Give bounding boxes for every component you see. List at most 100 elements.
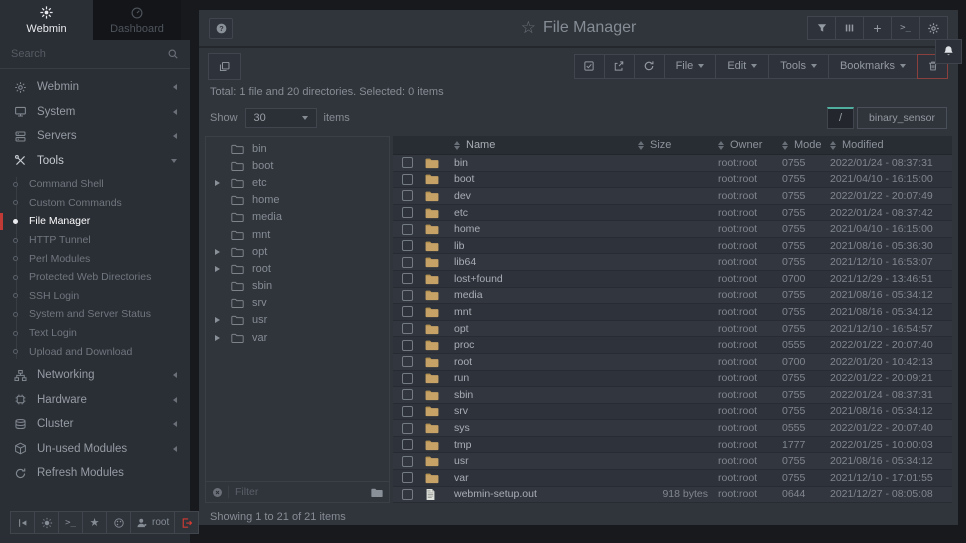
expand-arrow-icon[interactable] xyxy=(215,180,223,186)
tree-filter-input[interactable] xyxy=(228,486,366,498)
sidebar-item-unused-modules[interactable]: Un-used Modules xyxy=(0,436,190,461)
help-button[interactable]: ? xyxy=(209,18,233,39)
file-menu-button[interactable]: File xyxy=(664,54,717,79)
table-row[interactable]: bin root:root 0755 2022/01/24 - 08:37:31 xyxy=(393,155,952,172)
shell-button[interactable]: >_ xyxy=(891,16,920,40)
tab-webmin[interactable]: Webmin xyxy=(0,0,93,40)
table-row[interactable]: var root:root 0755 2021/12/10 - 17:01:55 xyxy=(393,470,952,487)
row-checkbox[interactable] xyxy=(402,207,413,218)
tree-item[interactable]: bin xyxy=(206,140,389,157)
sidebar-subitem[interactable]: Text Login xyxy=(0,324,190,343)
row-checkbox[interactable] xyxy=(402,389,413,400)
table-row[interactable]: run root:root 0755 2022/01/22 - 20:09:21 xyxy=(393,371,952,388)
sidebar-subitem[interactable]: System and Server Status xyxy=(0,305,190,324)
logout-button[interactable] xyxy=(174,511,199,534)
tree-item[interactable]: sbin xyxy=(206,278,389,295)
sidebar-item-networking[interactable]: Networking xyxy=(0,363,190,388)
breadcrumb-current-button[interactable]: binary_sensor xyxy=(857,107,947,129)
sidebar-subitem[interactable]: SSH Login xyxy=(0,287,190,306)
row-checkbox[interactable] xyxy=(402,373,413,384)
clear-filter-icon[interactable] xyxy=(212,487,223,498)
settings-button[interactable] xyxy=(919,16,948,40)
select-all-button[interactable] xyxy=(574,54,605,79)
tree-item[interactable]: etc xyxy=(206,174,389,191)
table-row[interactable]: tmp root:root 1777 2022/01/25 - 10:00:03 xyxy=(393,437,952,454)
row-checkbox[interactable] xyxy=(402,290,413,301)
tree-toggle-button[interactable] xyxy=(208,53,241,80)
table-row[interactable]: mnt root:root 0755 2021/08/16 - 05:34:12 xyxy=(393,304,952,321)
expand-arrow-icon[interactable] xyxy=(215,266,223,272)
breadcrumb-root-button[interactable]: / xyxy=(827,107,854,129)
bookmarks-menu-button[interactable]: Bookmarks xyxy=(828,54,918,79)
favorites-button[interactable]: ★ xyxy=(82,511,107,534)
table-row[interactable]: etc root:root 0755 2022/01/24 - 08:37:42 xyxy=(393,205,952,222)
row-checkbox[interactable] xyxy=(402,174,413,185)
table-row[interactable]: boot root:root 0755 2021/04/10 - 16:15:0… xyxy=(393,172,952,189)
table-row[interactable]: lib64 root:root 0755 2021/12/10 - 16:53:… xyxy=(393,254,952,271)
table-row[interactable]: sys root:root 0555 2022/01/22 - 20:07:40 xyxy=(393,420,952,437)
sidebar-subitem[interactable]: Protected Web Directories xyxy=(0,268,190,287)
sidebar-item-tools[interactable]: Tools xyxy=(0,149,190,174)
collapse-sidebar-button[interactable] xyxy=(10,511,35,534)
expand-arrow-icon[interactable] xyxy=(215,249,223,255)
row-checkbox[interactable] xyxy=(402,356,413,367)
theme-brightness-button[interactable] xyxy=(34,511,59,534)
row-checkbox[interactable] xyxy=(402,273,413,284)
sidebar-subitem[interactable]: HTTP Tunnel xyxy=(0,231,190,250)
row-checkbox[interactable] xyxy=(402,257,413,268)
row-checkbox[interactable] xyxy=(402,323,413,334)
column-header-mode[interactable]: Mode xyxy=(782,139,830,151)
edit-menu-button[interactable]: Edit xyxy=(715,54,769,79)
refresh-button[interactable] xyxy=(634,54,665,79)
columns-button[interactable] xyxy=(835,16,864,40)
table-row[interactable]: media root:root 0755 2021/08/16 - 05:34:… xyxy=(393,288,952,305)
tree-item[interactable]: var xyxy=(206,329,389,346)
table-row[interactable]: dev root:root 0755 2022/01/22 - 20:07:49 xyxy=(393,188,952,205)
table-row[interactable]: lib root:root 0755 2021/08/16 - 05:36:30 xyxy=(393,238,952,255)
sidebar-item-servers[interactable]: Servers xyxy=(0,124,190,149)
tools-menu-button[interactable]: Tools xyxy=(768,54,829,79)
table-row[interactable]: proc root:root 0555 2022/01/22 - 20:07:4… xyxy=(393,337,952,354)
sidebar-item-webmin[interactable]: Webmin xyxy=(0,75,190,100)
row-checkbox[interactable] xyxy=(402,306,413,317)
column-header-size[interactable]: Size xyxy=(638,139,718,151)
row-checkbox[interactable] xyxy=(402,224,413,235)
sidebar-item-refresh-modules[interactable]: Refresh Modules xyxy=(0,461,190,486)
tree-item[interactable]: srv xyxy=(206,295,389,312)
tree-item[interactable]: home xyxy=(206,192,389,209)
tree-item[interactable]: usr xyxy=(206,312,389,329)
sidebar-subitem[interactable]: Custom Commands xyxy=(0,194,190,213)
row-checkbox[interactable] xyxy=(402,423,413,434)
table-row[interactable]: usr root:root 0755 2021/08/16 - 05:34:12 xyxy=(393,453,952,470)
row-checkbox[interactable] xyxy=(402,472,413,483)
column-header-name[interactable]: Name xyxy=(454,139,638,151)
table-row[interactable]: webmin-setup.out 918 bytes root:root 064… xyxy=(393,487,952,504)
sidebar-subitem[interactable]: File Manager xyxy=(0,212,190,231)
row-checkbox[interactable] xyxy=(402,190,413,201)
sidebar-item-hardware[interactable]: Hardware xyxy=(0,387,190,412)
search-input[interactable] xyxy=(11,48,167,60)
row-checkbox[interactable] xyxy=(402,340,413,351)
sidebar-subitem[interactable]: Upload and Download xyxy=(0,342,190,361)
tree-item[interactable]: boot xyxy=(206,157,389,174)
page-size-select[interactable]: 30 xyxy=(245,108,317,128)
row-checkbox[interactable] xyxy=(402,406,413,417)
table-row[interactable]: home root:root 0755 2021/04/10 - 16:15:0… xyxy=(393,221,952,238)
add-button[interactable]: + xyxy=(863,16,892,40)
tree-item[interactable]: mnt xyxy=(206,226,389,243)
sidebar-item-system[interactable]: System xyxy=(0,100,190,125)
row-checkbox[interactable] xyxy=(402,489,413,500)
notifications-tab[interactable] xyxy=(935,39,962,64)
row-checkbox[interactable] xyxy=(402,456,413,467)
sidebar-item-cluster[interactable]: Cluster xyxy=(0,412,190,437)
sidebar-subitem[interactable]: Perl Modules xyxy=(0,249,190,268)
filter-button[interactable] xyxy=(807,16,836,40)
user-button[interactable]: root xyxy=(130,511,175,534)
tree-item[interactable]: opt xyxy=(206,243,389,260)
folder-small-icon[interactable] xyxy=(371,487,383,498)
row-checkbox[interactable] xyxy=(402,157,413,168)
expand-arrow-icon[interactable] xyxy=(215,335,223,341)
column-header-modified[interactable]: Modified xyxy=(830,139,952,151)
sidebar-subitem[interactable]: Command Shell xyxy=(0,175,190,194)
row-checkbox[interactable] xyxy=(402,439,413,450)
